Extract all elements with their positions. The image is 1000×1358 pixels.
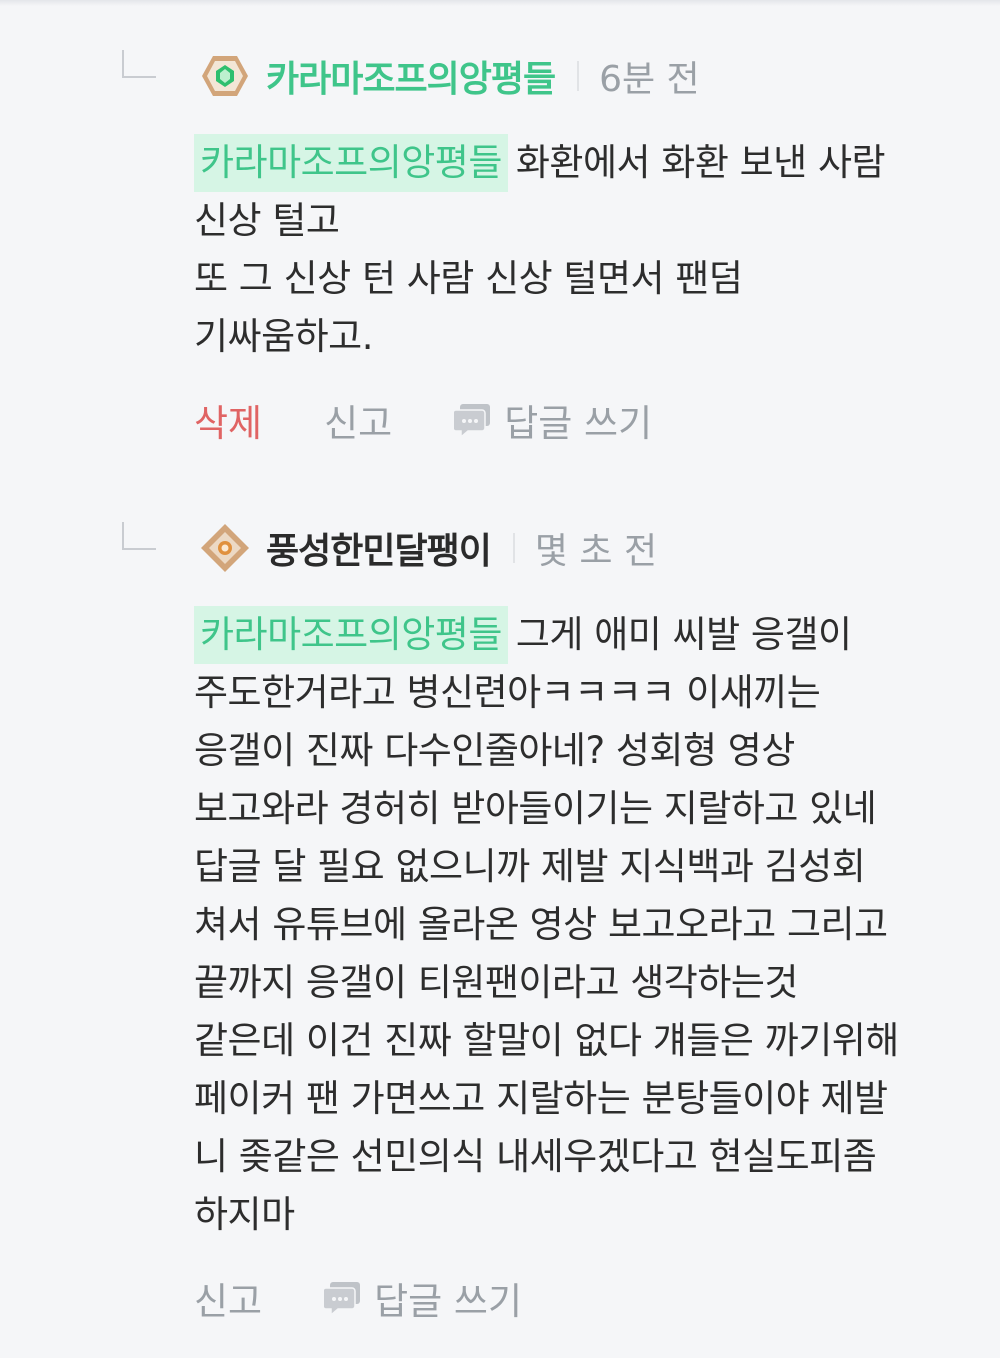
timestamp: 6분 전 [599,59,700,100]
comment-line: 페이커 팬 가면쓰고 지랄하는 분탕들이야 제발 [194,1077,888,1120]
comment-line: 보고와라 경허히 받아들이기는 지랄하고 있네 [194,787,877,830]
comment-header: 카라마조프의앙평들 6분 전 [200,50,700,102]
author-nickname[interactable]: 풍성한민달팽이 [266,522,492,574]
comment-line: 또 그 신상 턴 사람 신상 털면서 팬덤 [194,257,743,300]
reply-label: 답글 쓰기 [374,1280,523,1323]
reply-indent-icon [122,522,156,550]
comment-line: 카라마조프의앙평들 그게 애미 씨발 응갤이 [194,606,974,664]
comment-line: 답글 달 필요 없으니까 제발 지식백과 김성회 [194,845,866,888]
comment-body: 카라마조프의앙평들 그게 애미 씨발 응갤이 주도한거라고 병신련아ㅋㅋㅋㅋ 이새… [194,606,974,1244]
reply-button[interactable]: 답글 쓰기 [324,1271,522,1325]
comment-text: 그게 애미 씨발 응갤이 [515,613,852,656]
comment-actions: 삭제 신고 답글 쓰기 [194,394,652,446]
speech-bubble-icon [454,404,491,439]
brown-diamond-badge-icon [201,524,249,572]
comment-line: 같은데 이건 진짜 할말이 없다 걔들은 까기위해 [194,1019,899,1062]
reply-indent-icon [122,50,156,78]
divider [512,533,515,563]
divider [577,61,580,91]
mention-tag[interactable]: 카라마조프의앙평들 [194,606,508,664]
comment-line: 응갤이 진짜 다수인줄아네? 성회형 영상 [194,729,795,772]
comment-actions: 신고 답글 쓰기 [194,1272,522,1324]
comment-line: 쳐서 유튜브에 올라온 영상 보고오라고 그리고 [194,903,888,946]
comment-line: 신상 털고 [194,199,340,242]
comment-body: 카라마조프의앙평들 화환에서 화환 보낸 사람 신상 털고 또 그 신상 턴 사람… [194,134,974,366]
comment-line: 니 좆같은 선민의식 내세우겠다고 현실도피좀 [194,1135,877,1178]
mention-tag[interactable]: 카라마조프의앙평들 [194,134,508,192]
delete-button[interactable]: 삭제 [194,393,262,447]
report-button[interactable]: 신고 [194,1271,262,1325]
author-nickname[interactable]: 카라마조프의앙평들 [266,50,556,102]
reply-button[interactable]: 답글 쓰기 [454,393,652,447]
comment-line: 카라마조프의앙평들 화환에서 화환 보낸 사람 [194,134,974,192]
comment-line: 주도한거라고 병신련아ㅋㅋㅋㅋ 이새끼는 [194,671,821,714]
comment-header: 풍성한민달팽이 몇 초 전 [200,522,657,574]
reply-label: 답글 쓰기 [504,402,653,445]
comment-line: 기싸움하고. [194,315,373,358]
comment-line: 하지마 [194,1193,295,1236]
report-button[interactable]: 신고 [324,393,392,447]
comment-line: 끝까지 응갤이 티원팬이라고 생각하는것 [194,961,798,1004]
top-divider [0,0,1000,6]
comment-text: 화환에서 화환 보낸 사람 [515,141,886,184]
timestamp: 몇 초 전 [534,531,658,572]
speech-bubble-icon [324,1282,361,1317]
comment-thread: 카라마조프의앙평들 6분 전 카라마조프의앙평들 화환에서 화환 보낸 사람 신상… [0,0,1000,1358]
green-gem-hexagon-badge-icon [202,56,248,96]
